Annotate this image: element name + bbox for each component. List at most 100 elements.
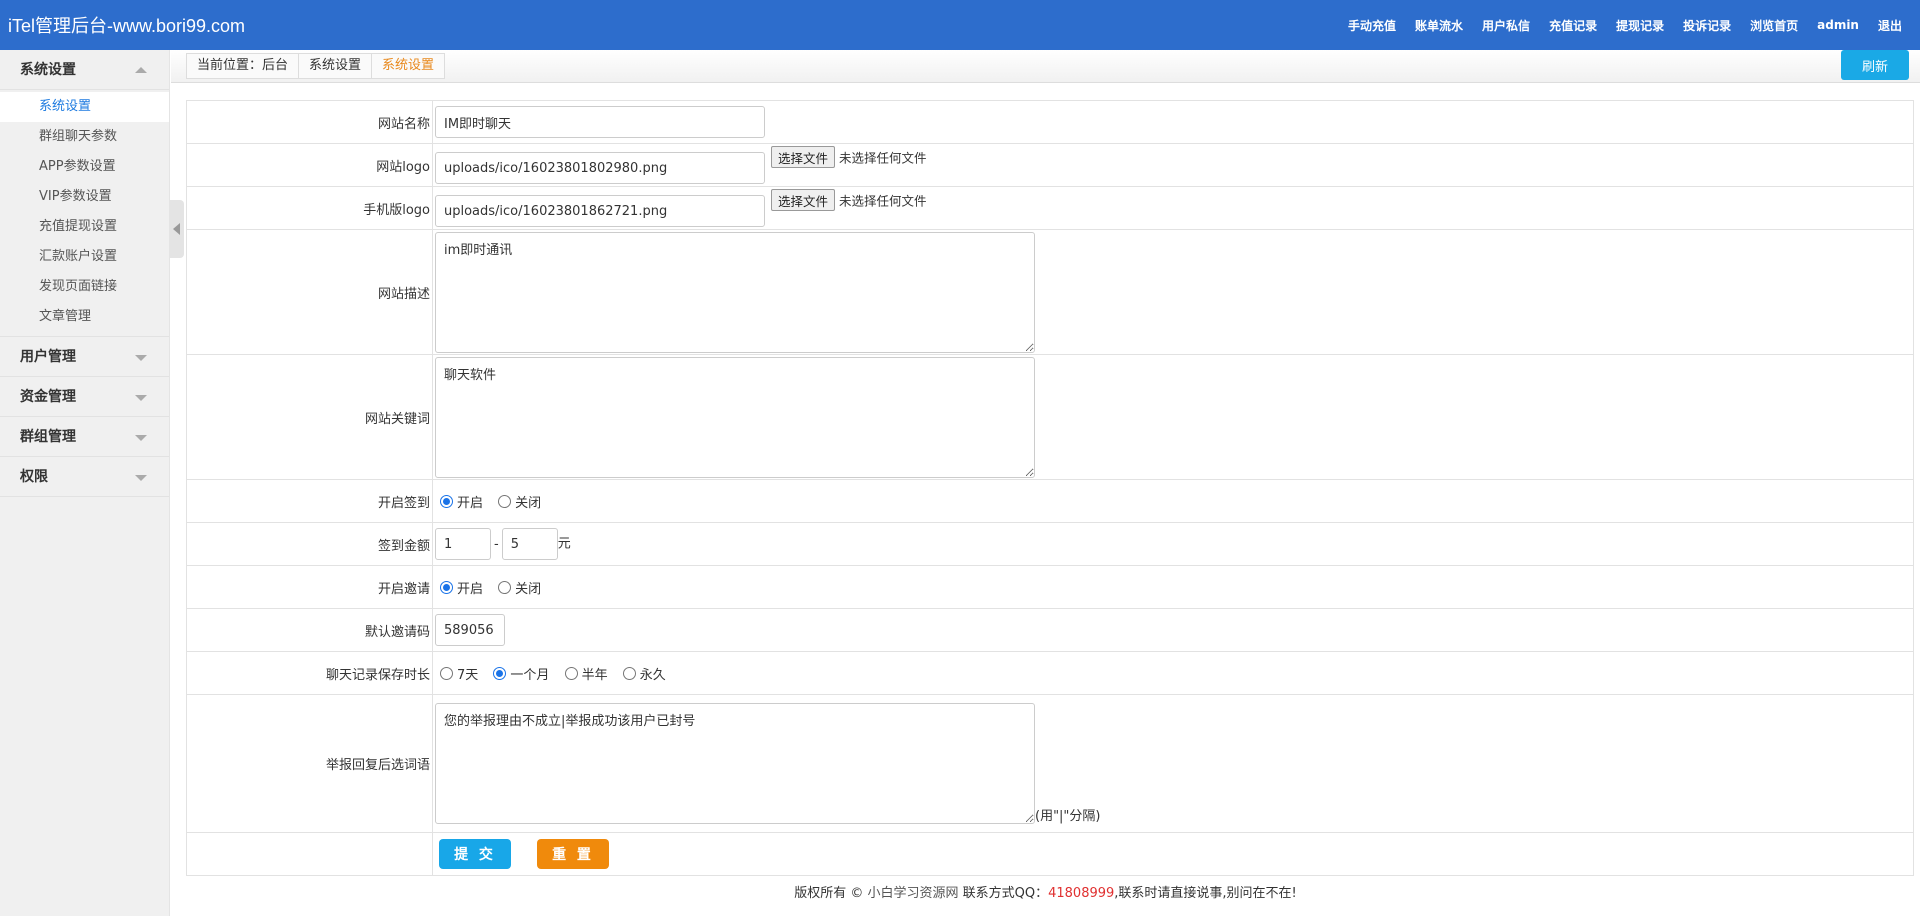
nav-logout[interactable]: 退出	[1878, 17, 1902, 34]
breadcrumb-location[interactable]: 当前位置：后台	[187, 54, 298, 78]
invite-code-label: 默认邀请码	[186, 608, 433, 652]
report-reply-hint: (用"|"分隔)	[1035, 809, 1101, 824]
footer-qq-number: 41808999	[1048, 886, 1115, 901]
retention-7d-radio[interactable]	[440, 666, 453, 680]
sidebar-group-label: 用户管理	[20, 349, 76, 365]
site-logo-path-input[interactable]	[435, 152, 765, 184]
site-name-label: 网站名称	[186, 100, 433, 144]
sidebar-group-label: 资金管理	[20, 389, 76, 405]
checkin-amount-max-input[interactable]	[501, 528, 558, 560]
chevron-down-icon	[135, 475, 147, 481]
site-logo-file-status: 未选择任何文件	[839, 150, 927, 166]
chevron-down-icon	[135, 435, 147, 441]
submit-button[interactable]: 提 交	[439, 839, 511, 869]
form-row-checkin-amount: 签到金额 - 元	[186, 522, 1914, 566]
sidebar-group-funds[interactable]: 资金管理	[0, 377, 169, 417]
checkin-off-radio[interactable]	[498, 494, 512, 508]
checkin-amount-separator: -	[494, 536, 499, 552]
checkin-off-label: 关闭	[515, 495, 542, 511]
invite-off-label: 关闭	[515, 581, 542, 597]
sidebar-group-label: 权限	[20, 469, 48, 485]
retention-6m-radio[interactable]	[564, 666, 578, 680]
checkin-on-radio[interactable]	[440, 494, 453, 508]
invite-code-input[interactable]	[435, 614, 505, 646]
site-name-input[interactable]	[435, 106, 765, 138]
footer-contact: 联系方式QQ：	[958, 886, 1049, 901]
site-desc-textarea[interactable]: im即时通讯	[435, 231, 1035, 353]
refresh-button[interactable]: 刷新	[1841, 50, 1909, 80]
retention-6m-label: 半年	[581, 667, 608, 683]
chevron-down-icon	[135, 395, 147, 401]
retention-1m-radio[interactable]	[493, 666, 507, 680]
sidebar-group-label: 群组管理	[20, 429, 76, 445]
invite-enabled-label: 开启邀请	[186, 565, 433, 609]
chevron-up-icon	[135, 67, 147, 73]
sidebar-group-system[interactable]: 系统设置	[0, 50, 169, 90]
chevron-left-icon	[173, 223, 180, 235]
nav-recharge-records[interactable]: 充值记录	[1549, 17, 1597, 34]
form-row-actions: 提 交重 置	[186, 832, 1914, 876]
mobile-logo-path-input[interactable]	[435, 195, 765, 227]
invite-on-radio[interactable]	[440, 580, 453, 594]
sidebar-group-label: 系统设置	[20, 62, 76, 78]
form-row-mobile-logo: 手机版logo 选择文件 未选择任何文件	[186, 186, 1914, 230]
chevron-down-icon	[135, 355, 147, 361]
form-row-report-reply: 举报回复后选词语 您的举报理由不成立|举报成功该用户已封号(用"|"分隔)	[186, 694, 1914, 833]
breadcrumb-section[interactable]: 系统设置	[298, 54, 371, 78]
nav-withdraw-records[interactable]: 提现记录	[1616, 17, 1664, 34]
form-row-site-keywords: 网站关键词 聊天软件	[186, 354, 1914, 480]
checkin-on-label: 开启	[457, 495, 484, 511]
settings-form: 网站名称 网站logo 选择文件 未选择任何文件 手机版logo 选择文件 未选…	[186, 100, 1914, 876]
sidebar-item-group-chat-params[interactable]: 群组聊天参数	[0, 122, 169, 152]
sidebar-item-articles[interactable]: 文章管理	[0, 302, 169, 332]
checkin-amount-min-input[interactable]	[435, 528, 491, 560]
site-keywords-label: 网站关键词	[186, 354, 433, 480]
sidebar-group-groups[interactable]: 群组管理	[0, 417, 169, 457]
nav-manual-recharge[interactable]: 手动充值	[1348, 17, 1396, 34]
nav-user-messages[interactable]: 用户私信	[1482, 17, 1530, 34]
footer-site-link[interactable]: 小白学习资源网	[867, 886, 958, 901]
form-row-checkin-enabled: 开启签到 开启 关闭	[186, 479, 1914, 523]
site-keywords-textarea[interactable]: 聊天软件	[435, 356, 1035, 478]
nav-admin-user[interactable]: admin	[1817, 18, 1859, 32]
retention-forever-radio[interactable]	[622, 666, 636, 680]
retention-7d-label: 7天	[457, 667, 479, 683]
site-desc-label: 网站描述	[186, 229, 433, 355]
mobile-logo-label: 手机版logo	[186, 186, 433, 230]
form-row-invite-code: 默认邀请码	[186, 608, 1914, 652]
mobile-logo-file-status: 未选择任何文件	[839, 193, 927, 209]
reset-button[interactable]: 重 置	[537, 839, 609, 869]
form-row-invite-enabled: 开启邀请 开启 关闭	[186, 565, 1914, 609]
sidebar-item-app-params[interactable]: APP参数设置	[0, 152, 169, 182]
invite-on-label: 开启	[457, 581, 484, 597]
sidebar-collapse-handle[interactable]	[170, 200, 184, 258]
retention-forever-label: 永久	[639, 667, 666, 683]
nav-bill-flow[interactable]: 账单流水	[1415, 17, 1463, 34]
sidebar-group-permissions[interactable]: 权限	[0, 457, 169, 497]
page-footer: 版权所有 © 小白学习资源网 联系方式QQ：41808999,联系时请直接说事,…	[171, 882, 1920, 901]
invite-off-radio[interactable]	[498, 580, 512, 594]
sidebar-group-users[interactable]: 用户管理	[0, 337, 169, 377]
mobile-logo-file-picker: 选择文件 未选择任何文件	[771, 189, 927, 211]
sidebar-item-remit-accounts[interactable]: 汇款账户设置	[0, 242, 169, 272]
nav-browse-home[interactable]: 浏览首页	[1750, 17, 1798, 34]
checkin-amount-label: 签到金额	[186, 522, 433, 566]
form-row-site-logo: 网站logo 选择文件 未选择任何文件	[186, 143, 1914, 187]
sidebar-submenu-system: 系统设置 群组聊天参数 APP参数设置 VIP参数设置 充值提现设置 汇款账户设…	[0, 90, 169, 337]
report-reply-textarea[interactable]: 您的举报理由不成立|举报成功该用户已封号	[435, 703, 1035, 824]
site-logo-file-picker: 选择文件 未选择任何文件	[771, 146, 927, 168]
breadcrumb-current: 系统设置	[371, 54, 444, 78]
site-logo-choose-file-button[interactable]: 选择文件	[771, 146, 836, 168]
sidebar-item-vip-params[interactable]: VIP参数设置	[0, 182, 169, 212]
form-row-chat-retention: 聊天记录保存时长 7天 一个月 半年 永久	[186, 651, 1914, 695]
sidebar-item-recharge-withdraw[interactable]: 充值提现设置	[0, 212, 169, 242]
form-row-site-desc: 网站描述 im即时通讯	[186, 229, 1914, 355]
footer-note: ,联系时请直接说事,别问在不在!	[1114, 886, 1297, 901]
top-nav: 手动充值 账单流水 用户私信 充值记录 提现记录 投诉记录 浏览首页 admin…	[1329, 0, 1902, 50]
nav-complaint-records[interactable]: 投诉记录	[1683, 17, 1731, 34]
footer-copyright: 版权所有 ©	[794, 886, 868, 901]
breadcrumb-bar: 当前位置：后台 系统设置 系统设置 刷新	[171, 50, 1920, 83]
mobile-logo-choose-file-button[interactable]: 选择文件	[771, 189, 836, 211]
sidebar-item-system-settings[interactable]: 系统设置	[0, 92, 169, 122]
sidebar-item-discover-links[interactable]: 发现页面链接	[0, 272, 169, 302]
